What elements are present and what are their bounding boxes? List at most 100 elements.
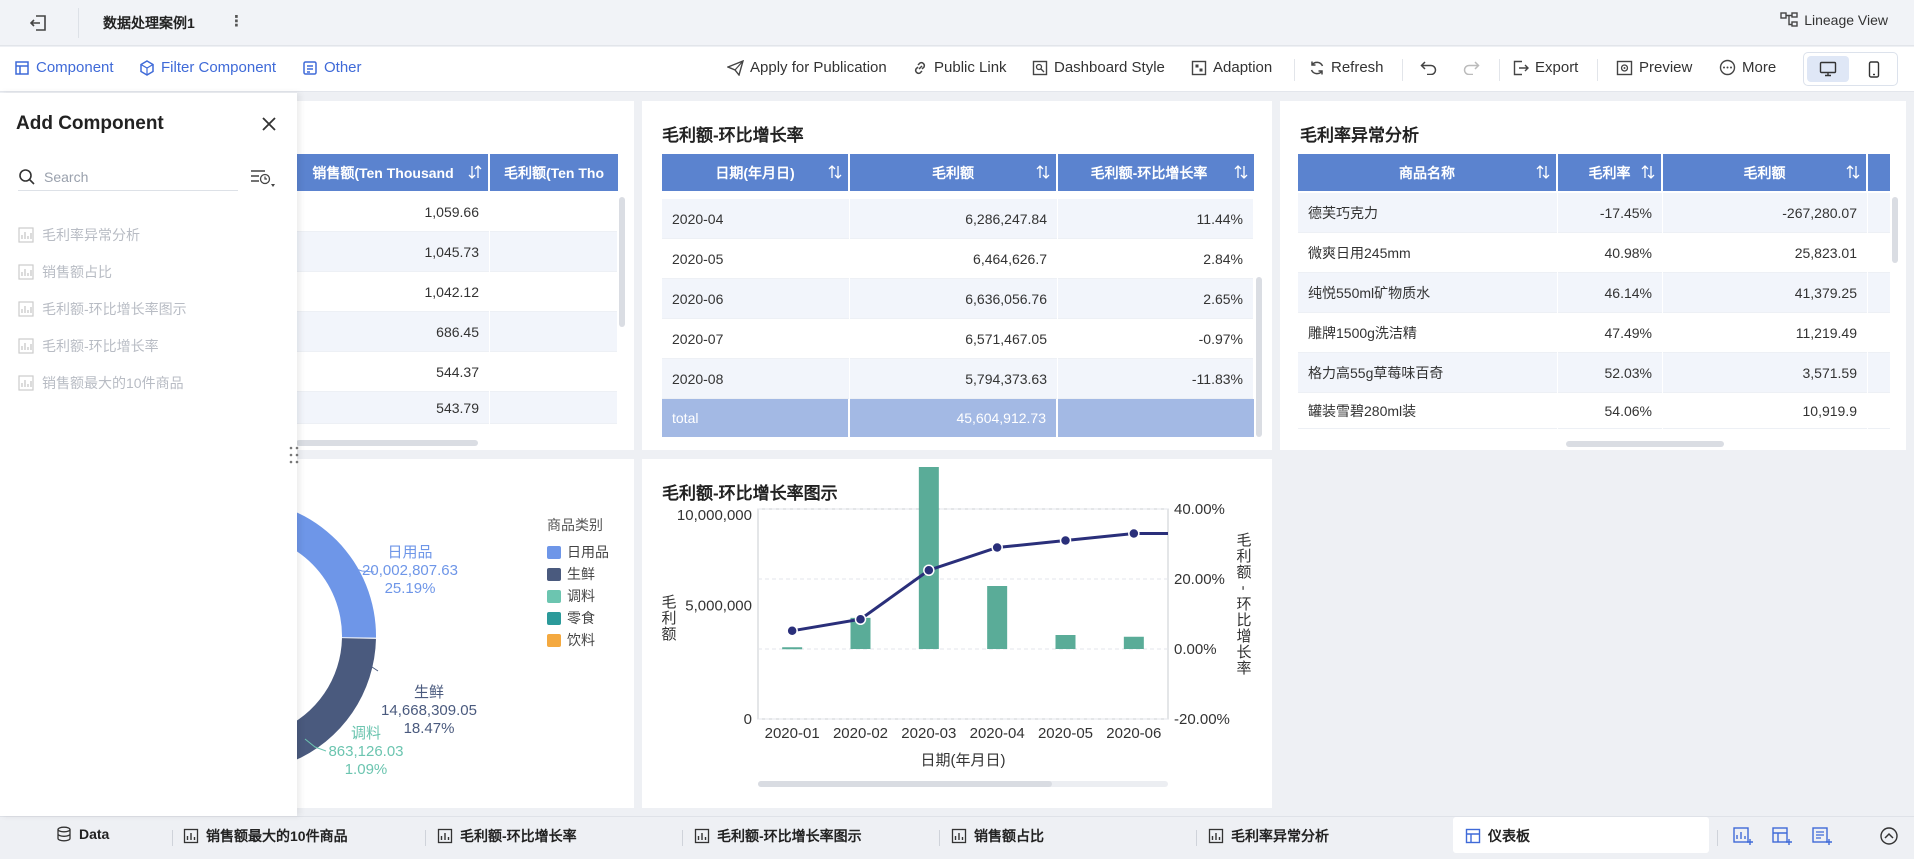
filter-history-button[interactable] [249,167,279,191]
legend-label: 生鲜 [567,566,595,582]
close-panel-button[interactable] [258,113,280,135]
search-input[interactable] [44,168,224,185]
mobile-view-button[interactable] [1853,56,1895,82]
table-cell: 11.44% [1058,199,1254,239]
desktop-view-button[interactable] [1807,56,1849,82]
horizontal-scrollbar[interactable] [1566,441,1724,447]
list-item-label: 毛利额-环比增长率图示 [42,300,187,317]
add-dashboard-button[interactable] [1771,826,1797,850]
table-cell [490,232,618,272]
tab-sales-share[interactable]: 销售额占比 [951,826,1044,846]
horizontal-scrollbar[interactable] [296,440,478,446]
table-row[interactable]: 1,045.73 [296,232,618,272]
table-row[interactable]: 微爽日用245mm 40.98% 25,823.01 [1298,233,1890,273]
table-sheet-icon [183,828,199,844]
column-header[interactable]: 商品名称 [1298,154,1558,191]
list-item[interactable]: 销售额占比 [18,253,187,290]
table-row[interactable]: 格力高55g草莓味百奇 52.03% 3,571.59 [1298,353,1890,393]
refresh-button[interactable]: Refresh [1309,59,1384,76]
dashboard-style-button[interactable]: Dashboard Style [1032,59,1165,76]
legend-item[interactable]: 日用品 [547,541,609,563]
collapse-tabs-button[interactable] [1879,826,1905,850]
y-tick-label: 10,000,000 [677,507,752,524]
tab-data[interactable]: Data [56,826,109,842]
column-header[interactable]: 日期(年月日) [662,154,850,191]
x-tick-label: 2020-01 [765,725,820,742]
table-cell: 德芙巧克力 [1298,193,1558,233]
table-row[interactable]: 2020-06 6,636,056.76 2.65% [662,279,1254,319]
legend-item[interactable]: 饮料 [547,629,609,651]
vertical-scrollbar[interactable] [619,197,625,327]
divider [1196,830,1197,846]
table-row[interactable]: 2020-07 6,571,467.05 -0.97% [662,319,1254,359]
table-cell [1058,399,1254,437]
add-table-button[interactable] [1732,826,1758,850]
growth-table-card[interactable]: 毛利额-环比增长率 日期(年月日) 毛利额 毛利额-环比增长率 2020-04 6… [642,101,1272,450]
table-row[interactable]: 686.45 [296,312,618,352]
adaption-button[interactable]: Adaption [1191,59,1272,76]
table-cell: 10,919.9 [1663,393,1868,429]
tab-growth-rate[interactable]: 毛利额-环比增长率 [437,826,577,846]
table-row[interactable]: 德芙巧克力 -17.45% -267,280.07 [1298,193,1890,233]
table-row[interactable]: 雕牌1500g洗洁精 47.49% 11,219.49 [1298,313,1890,353]
column-header[interactable]: 毛利率 [1558,154,1663,191]
list-item[interactable]: 毛利额-环比增长率 [18,327,187,364]
list-item[interactable]: 毛利额-环比增长率图示 [18,290,187,327]
legend-item[interactable]: 调料 [547,585,609,607]
public-link-button[interactable]: Public Link [912,59,1007,76]
other-menu[interactable]: Other [302,59,362,76]
y2-axis-title-char: 比 [1236,612,1251,629]
table-row[interactable]: 544.37 [296,352,618,392]
redo-button[interactable] [1462,59,1480,75]
line-point [1128,527,1140,540]
apply-publication-button[interactable]: Apply for Publication [727,59,887,76]
legend-item[interactable]: 生鲜 [547,563,609,585]
column-header-label: 毛利额-环比增长率 [1090,164,1208,181]
more-button[interactable]: More [1719,59,1776,76]
bar [918,467,939,649]
resize-handle[interactable] [288,444,300,466]
more-label: More [1742,59,1777,76]
tab-dashboard[interactable]: 仪表板 [1465,826,1530,846]
table-row[interactable]: 2020-05 6,464,626.7 2.84% [662,239,1254,279]
exit-button[interactable] [20,10,58,36]
list-item[interactable]: 毛利率异常分析 [18,216,187,253]
margin-anomaly-card[interactable]: 毛利率异常分析 商品名称 毛利率 毛利额 德芙巧克力 -17.45% -267,28… [1280,101,1906,450]
legend-swatch [547,633,561,647]
growth-chart-card[interactable]: 毛利额-环比增长率图示 10,000,000 5,000,000 0 40.00% 2… [642,459,1272,808]
lineage-view-button[interactable]: Lineage View [1780,12,1888,28]
tab-growth-chart[interactable]: 毛利额-环比增长率图示 [694,826,862,846]
table-row[interactable]: 纯悦550ml矿物质水 46.14% 41,379.25 [1298,273,1890,313]
list-item[interactable]: 销售额最大的10件商品 [18,364,187,401]
y2-axis-title-char: 环 [1236,596,1251,613]
table-row[interactable]: 1,042.12 [296,272,618,312]
column-header[interactable]: 毛利额(Ten Tho [490,154,618,191]
legend-item[interactable]: 零食 [547,607,609,629]
column-header[interactable]: 销售额(Ten Thousand [296,154,490,191]
undo-button[interactable] [1420,59,1438,75]
more-options-icon[interactable]: ⋮ [229,12,244,30]
table-row[interactable]: 1,059.66 [296,192,618,232]
y-tick-label: 5,000,000 [685,597,752,614]
column-header[interactable]: 毛利额 [1663,154,1868,191]
vertical-scrollbar[interactable] [1256,277,1262,437]
table-header: 日期(年月日) 毛利额 毛利额-环比增长率 [662,154,1254,191]
add-report-button[interactable] [1811,826,1837,850]
preview-button[interactable]: Preview [1616,59,1692,76]
component-menu[interactable]: Component [14,59,114,76]
table-row[interactable]: 2020-04 6,286,247.84 11.44% [662,199,1254,239]
column-header[interactable]: 毛利额-环比增长率 [1058,154,1254,191]
tab-sales-top10[interactable]: 销售额最大的10件商品 [183,826,348,846]
sort-icon [468,165,482,179]
chevron-up-icon [1880,827,1898,845]
table-row[interactable]: 543.79 [296,392,618,432]
tab-margin-anomaly[interactable]: 毛利率异常分析 [1208,826,1329,846]
table-row[interactable]: 罐装雪碧280ml装 54.06% 10,919.9 [1298,393,1890,429]
table-row[interactable]: 2020-08 5,794,373.63 -11.83% [662,359,1254,399]
add-table-icon [1733,827,1753,845]
legend-label: 零食 [567,610,595,626]
filter-component-menu[interactable]: Filter Component [139,59,276,76]
export-button[interactable]: Export [1513,59,1578,76]
column-header[interactable]: 毛利额 [850,154,1058,191]
vertical-scrollbar[interactable] [1892,197,1898,263]
